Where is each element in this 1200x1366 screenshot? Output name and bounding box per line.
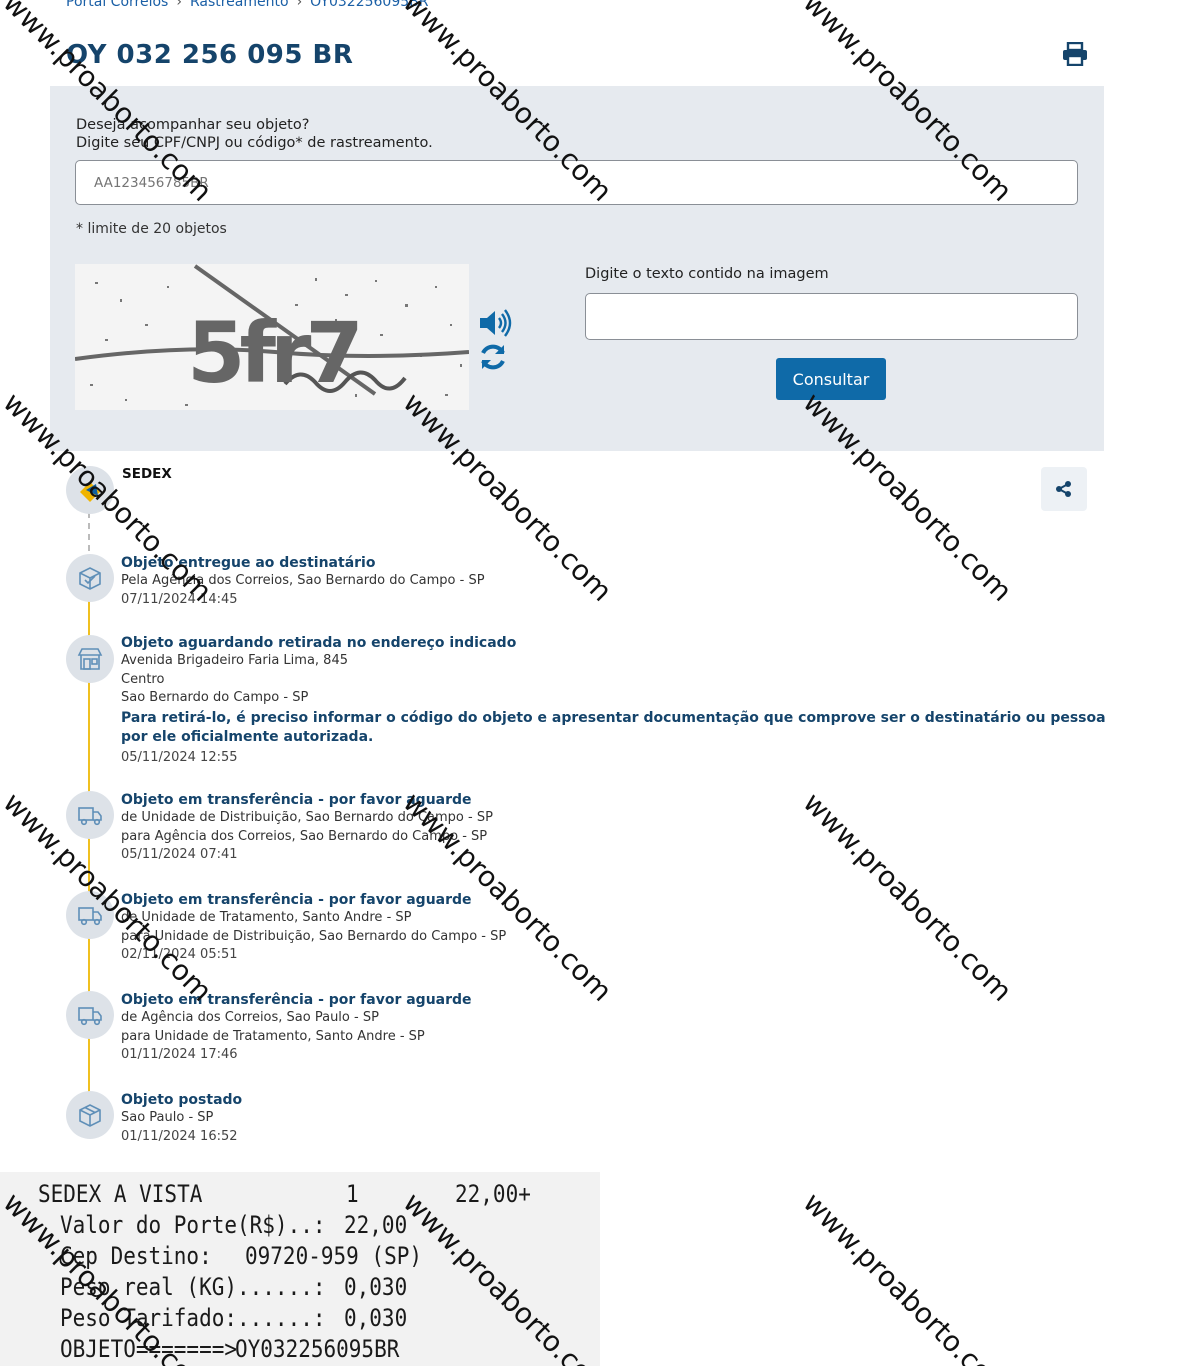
tracking-event: Objeto postado Sao Paulo - SP 01/11/2024…	[121, 1091, 1111, 1146]
event-title: Objeto aguardando retirada no endereço i…	[121, 635, 517, 651]
truck-icon	[78, 907, 102, 926]
receipt-cep-value: 09720-959 (SP)	[245, 1242, 423, 1270]
search-prompt-line: Deseja acompanhar seu objeto?	[76, 117, 310, 133]
receipt-tariff-weight-label: Peso Tarifado:......:	[60, 1304, 326, 1332]
event-location: Sao Bernardo do Campo - SP	[121, 690, 309, 705]
tracking-event: Objeto em transferência - por favor agua…	[121, 791, 1111, 865]
print-icon[interactable]	[1062, 42, 1088, 66]
event-destination: para Unidade de Tratamento, Santo Andre …	[121, 1028, 425, 1044]
captcha-label: Digite o texto contido na imagem	[585, 266, 829, 282]
event-date: 01/11/2024 17:46	[121, 1047, 238, 1062]
refresh-captcha-icon[interactable]	[478, 342, 508, 372]
event-location: Sao Paulo - SP	[121, 1110, 214, 1125]
receipt-real-weight-value: 0,030	[344, 1273, 408, 1301]
share-icon	[1056, 481, 1071, 497]
event-icon-transfer	[66, 991, 114, 1039]
search-prompt: Deseja acompanhar seu objeto? Digite seu…	[76, 116, 433, 152]
tracking-code-title: OY 032 256 095 BR	[66, 40, 354, 70]
captcha-input[interactable]	[585, 293, 1078, 340]
event-icon-posted	[66, 1091, 114, 1139]
tracking-event: Objeto aguardando retirada no endereço i…	[121, 634, 1111, 767]
receipt-real-weight-label: Peso real (KG)......:	[60, 1273, 326, 1301]
event-pickup-note: Para retirá-lo, é preciso informar o cód…	[121, 709, 1106, 745]
captcha-image: 5fr7	[75, 264, 469, 410]
captcha-text: 5fr7	[187, 304, 358, 402]
event-date: 01/11/2024 16:52	[121, 1128, 238, 1144]
event-icon-transfer	[66, 891, 114, 939]
event-date: 05/11/2024 12:55	[121, 749, 238, 765]
limit-note: * limite de 20 objetos	[76, 221, 227, 237]
event-origin: de Unidade de Distribuição, Sao Bernardo…	[121, 810, 493, 825]
event-destination: para Unidade de Distribuição, Sao Bernar…	[121, 928, 507, 944]
truck-icon	[78, 807, 102, 826]
event-location: Centro	[121, 671, 165, 687]
event-date: 02/11/2024 05:51	[121, 947, 238, 962]
breadcrumb-separator: ›	[296, 0, 303, 10]
delivered-box-icon	[79, 567, 101, 590]
search-prompt-line: Digite seu CPF/CNPJ ou código* de rastre…	[76, 135, 433, 151]
event-date: 07/11/2024 14:45	[121, 591, 238, 607]
event-origin: de Unidade de Tratamento, Santo Andre - …	[121, 910, 412, 925]
tracking-code-input[interactable]	[75, 160, 1078, 205]
audio-captcha-icon[interactable]	[478, 308, 512, 338]
search-panel: Deseja acompanhar seu objeto? Digite seu…	[50, 86, 1104, 451]
event-location: Pela Agência dos Correios, Sao Bernardo …	[121, 573, 485, 588]
truck-icon	[78, 1007, 102, 1026]
store-pickup-icon	[77, 648, 103, 670]
event-date: 05/11/2024 07:41	[121, 847, 238, 862]
receipt-quantity: 1	[346, 1180, 359, 1208]
receipt-postage-label: Valor do Porte(R$)..:	[60, 1211, 326, 1239]
tracking-event: Objeto em transferência - por favor agua…	[121, 891, 1111, 965]
receipt-object-label: OBJETO=======>	[60, 1335, 238, 1363]
event-title: Objeto em transferência - por favor agua…	[121, 892, 472, 908]
service-name: SEDEX	[122, 466, 172, 482]
consultar-button[interactable]: Consultar	[776, 358, 886, 400]
sedex-service-icon	[66, 466, 114, 514]
event-title: Objeto em transferência - por favor agua…	[121, 992, 472, 1008]
event-title: Objeto em transferência - por favor agua…	[121, 792, 472, 808]
event-icon-transfer	[66, 791, 114, 839]
breadcrumb-portal-link[interactable]: Portal Correios	[66, 0, 168, 10]
receipt-object-value: OY032256095BR	[235, 1335, 400, 1363]
event-title: Objeto entregue ao destinatário	[121, 555, 376, 571]
event-title: Objeto postado	[121, 1092, 243, 1108]
sedex-logo-icon	[80, 482, 100, 502]
event-location: Avenida Brigadeiro Faria Lima, 845	[121, 653, 348, 668]
receipt-postage-value: 22,00	[344, 1211, 408, 1239]
tracking-event: Objeto em transferência - por favor agua…	[121, 991, 1111, 1065]
receipt-total: 22,00+	[455, 1180, 531, 1208]
breadcrumb-rastreamento-link[interactable]: Rastreamento	[190, 0, 289, 10]
breadcrumb-separator: ›	[176, 0, 182, 10]
receipt-cep-label: Cep Destino:	[60, 1242, 212, 1270]
event-icon-delivered	[66, 554, 114, 602]
share-button[interactable]	[1041, 467, 1087, 511]
event-icon-pickup	[66, 635, 114, 683]
event-origin: de Agência dos Correios, Sao Paulo - SP	[121, 1010, 379, 1025]
breadcrumb-current: OY032256095BR	[310, 0, 429, 10]
receipt-tariff-weight-value: 0,030	[344, 1304, 408, 1332]
tracking-event: Objeto entregue ao destinatário Pela Agê…	[121, 554, 1111, 609]
watermark: www.proaborto.com	[796, 1186, 1019, 1366]
postage-receipt: SEDEX A VISTA 1 22,00+ Valor do Porte(R$…	[0, 1172, 600, 1366]
breadcrumb: Portal Correios › Rastreamento › OY032256095…	[66, 0, 428, 10]
event-destination: para Agência dos Correios, Sao Bernardo …	[121, 828, 488, 844]
posted-box-icon	[79, 1104, 101, 1127]
receipt-service: SEDEX A VISTA	[38, 1180, 203, 1208]
